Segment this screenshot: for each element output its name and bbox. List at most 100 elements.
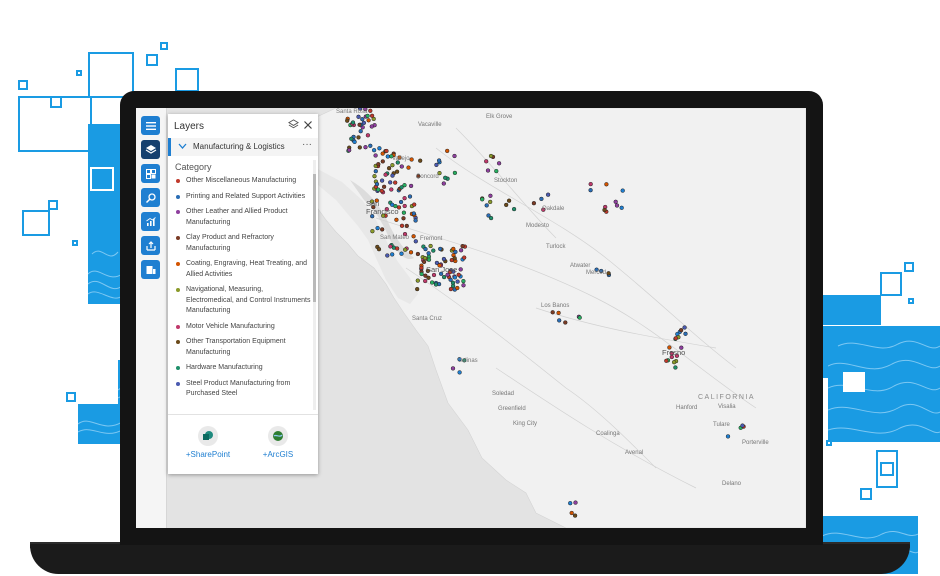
facility-point[interactable] [358,129,363,134]
facility-point[interactable] [577,315,582,320]
layer-options-button[interactable]: ··· [302,139,312,150]
facility-point[interactable] [452,153,457,159]
facility-point[interactable] [365,133,371,138]
facility-point[interactable] [399,164,404,169]
facility-point[interactable] [415,286,420,292]
share-button[interactable] [141,236,160,255]
facility-point[interactable] [357,122,362,127]
facility-point[interactable] [390,163,395,168]
facility-point[interactable] [390,173,395,178]
facility-point[interactable] [399,185,404,190]
facility-point[interactable] [394,217,399,222]
facility-point[interactable] [568,501,573,506]
facility-point[interactable] [366,118,371,123]
facility-point[interactable] [423,278,428,284]
facility-point[interactable] [377,146,382,151]
facility-point[interactable] [573,500,578,505]
facility-point[interactable] [390,252,395,257]
legend-scrollbar-thumb[interactable] [313,174,316,302]
facility-point[interactable] [371,148,377,153]
facility-point[interactable] [671,360,677,365]
facility-point[interactable] [563,320,568,325]
facility-point[interactable] [418,158,423,163]
facility-point[interactable] [569,510,574,516]
facility-point[interactable] [419,271,424,277]
facility-point[interactable] [369,124,374,129]
facility-point[interactable] [450,366,456,371]
facility-point[interactable] [664,358,669,363]
facility-point[interactable] [404,223,409,229]
facility-point[interactable] [461,283,466,288]
facility-point[interactable] [441,274,447,280]
facility-point[interactable] [356,114,361,119]
facility-point[interactable] [484,203,489,208]
facility-point[interactable] [388,180,393,185]
layer-item-manufacturing-logistics[interactable]: Manufacturing & Logistics ··· [168,138,318,156]
facility-point[interactable] [368,143,373,148]
facility-point[interactable] [406,165,411,170]
facility-point[interactable] [441,256,447,262]
facility-point[interactable] [455,279,460,284]
facility-point[interactable] [602,207,607,213]
facility-point[interactable] [496,161,502,166]
facility-point[interactable] [356,135,361,140]
facility-point[interactable] [572,513,578,518]
facility-point[interactable] [619,205,624,210]
facility-point[interactable] [423,246,428,252]
facility-point[interactable] [443,175,448,180]
facility-point[interactable] [415,278,420,283]
facility-point[interactable] [452,170,458,176]
facility-point[interactable] [433,282,439,287]
facility-point[interactable] [375,225,380,231]
facility-point[interactable] [461,278,466,284]
layers-button[interactable] [141,140,160,159]
facility-point[interactable] [349,136,354,141]
menu-button[interactable] [141,116,160,135]
facility-point[interactable] [401,216,406,221]
facility-point[interactable] [480,197,485,202]
facility-point[interactable] [429,280,435,285]
facility-point[interactable] [431,248,436,253]
facility-point[interactable] [379,188,384,194]
facility-point[interactable] [441,181,446,186]
facility-point[interactable] [494,168,499,174]
facility-point[interactable] [683,331,688,336]
facility-point[interactable] [740,423,745,428]
facility-point[interactable] [352,139,357,145]
facility-point[interactable] [381,184,387,189]
facility-point[interactable] [394,246,400,251]
facility-point[interactable] [488,215,494,221]
add-sharepoint-button[interactable]: +SharePoint [178,426,238,459]
facility-point[interactable] [399,251,404,256]
facility-point[interactable] [380,159,385,164]
facility-point[interactable] [682,325,687,330]
facility-point[interactable] [511,206,517,212]
facility-point[interactable] [673,365,678,370]
facility-point[interactable] [620,188,625,193]
facility-point[interactable] [678,328,684,333]
facility-point[interactable] [372,174,377,179]
facility-point[interactable] [357,145,362,150]
facility-point[interactable] [380,227,385,232]
facility-point[interactable] [373,169,378,174]
facility-point[interactable] [545,192,551,197]
facility-point[interactable] [539,196,544,202]
facility-point[interactable] [376,162,381,167]
facility-point[interactable] [376,247,382,252]
facility-point[interactable] [380,151,385,156]
add-arcgis-button[interactable]: +ArcGIS [248,426,308,459]
facility-point[interactable] [557,318,562,323]
facility-point[interactable] [588,188,593,193]
facility-point[interactable] [606,271,611,276]
facility-point[interactable] [604,182,609,187]
facility-point[interactable] [363,145,368,150]
facility-point[interactable] [452,256,457,261]
facility-point[interactable] [428,243,433,249]
facility-point[interactable] [411,234,416,239]
facility-point[interactable] [385,253,390,258]
facility-point[interactable] [458,248,464,253]
facility-point[interactable] [462,255,467,260]
facility-point[interactable] [345,118,350,123]
map-screen[interactable]: Santa Rosa Vacaville Elk Grove Vallejo C… [136,108,806,528]
facility-point[interactable] [426,257,432,262]
